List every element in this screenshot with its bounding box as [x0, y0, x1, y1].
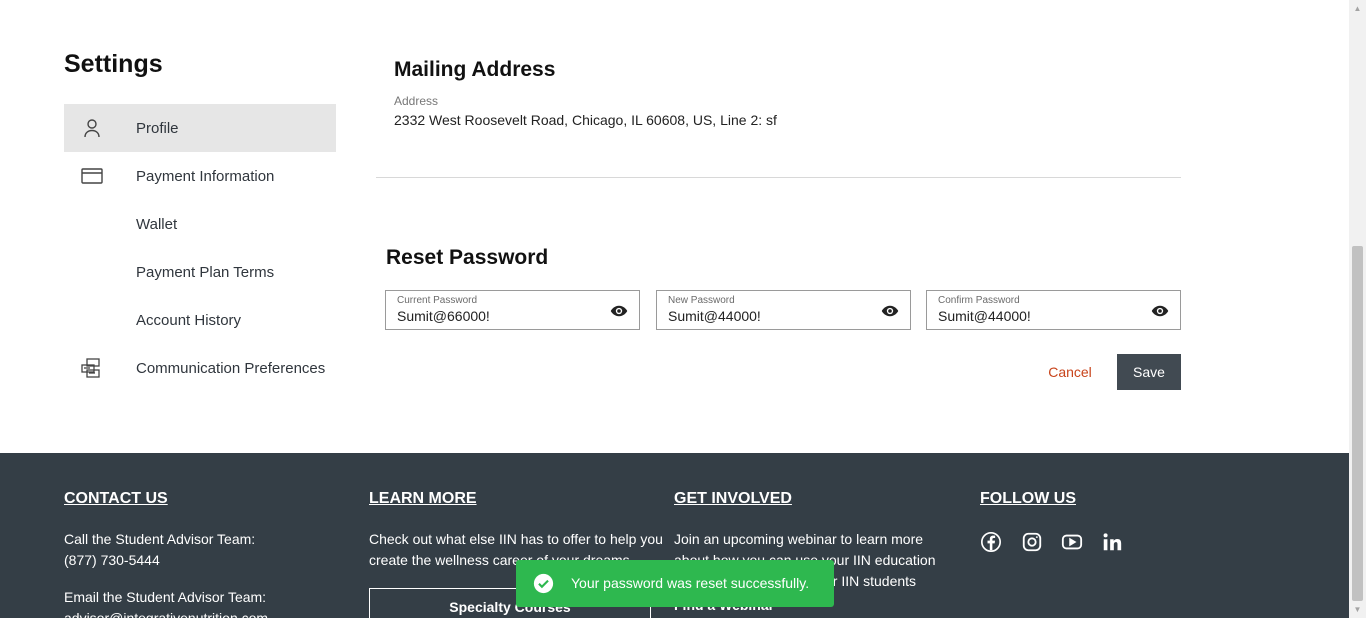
- eye-icon[interactable]: [1151, 302, 1169, 320]
- nav-label-payment-information: Payment Information: [136, 167, 275, 185]
- contact-email-label: Email the Student Advisor Team:: [64, 589, 267, 605]
- nav-label-communication-preferences: Communication Preferences: [136, 359, 326, 377]
- settings-title: Settings: [64, 50, 163, 78]
- nav-label-account-history: Account History: [136, 311, 242, 329]
- get-involved-heading[interactable]: GET INVOLVED: [674, 490, 792, 508]
- new-password-label: New Password: [668, 295, 735, 306]
- reset-password-title: Reset Password: [386, 246, 549, 269]
- confirm-password-label: Confirm Password: [938, 295, 1020, 306]
- current-password-value[interactable]: Sumit@66000!: [397, 308, 490, 324]
- nav-item-payment-information[interactable]: Payment Information: [64, 152, 336, 200]
- mailing-address-title: Mailing Address: [394, 58, 556, 81]
- nav-label-wallet: Wallet: [136, 215, 178, 233]
- current-password-field[interactable]: Current Password Sumit@66000!: [385, 290, 640, 330]
- learn-more-text-1: Check out what else IIN has to offer to …: [369, 531, 663, 547]
- nav-item-wallet[interactable]: Wallet: [64, 200, 336, 248]
- scroll-thumb[interactable]: [1352, 246, 1363, 601]
- save-button[interactable]: Save: [1117, 354, 1181, 390]
- address-label: Address: [394, 94, 439, 108]
- credit-card-icon: [81, 168, 103, 184]
- success-toast: Your password was reset successfully.: [516, 560, 834, 607]
- facebook-icon[interactable]: [980, 531, 1002, 553]
- contact-us-heading[interactable]: CONTACT US: [64, 490, 168, 508]
- cancel-button[interactable]: Cancel: [1036, 354, 1104, 390]
- page-scrollbar[interactable]: ▲ ▼: [1349, 0, 1366, 618]
- confirm-password-field[interactable]: Confirm Password Sumit@44000!: [926, 290, 1181, 330]
- user-icon: [84, 119, 100, 138]
- toast-message: Your password was reset successfully.: [571, 575, 810, 591]
- settings-nav: Profile Payment Information Wallet Payme…: [64, 104, 336, 392]
- learn-more-heading[interactable]: LEARN MORE: [369, 490, 477, 508]
- new-password-field[interactable]: New Password Sumit@44000!: [656, 290, 911, 330]
- youtube-icon[interactable]: [1061, 531, 1083, 553]
- mailboxes-icon: [81, 358, 100, 378]
- address-value: 2332 West Roosevelt Road, Chicago, IL 60…: [394, 112, 777, 128]
- confirm-password-value[interactable]: Sumit@44000!: [938, 308, 1031, 324]
- current-password-label: Current Password: [397, 295, 478, 306]
- linkedin-icon[interactable]: [1101, 531, 1123, 553]
- nav-item-payment-plan-terms[interactable]: Payment Plan Terms: [64, 248, 336, 296]
- nav-item-profile[interactable]: Profile: [64, 104, 336, 152]
- nav-item-communication-preferences[interactable]: Communication Preferences: [64, 344, 336, 392]
- follow-us-heading: FOLLOW US: [980, 490, 1076, 507]
- contact-call-label: Call the Student Advisor Team:: [64, 531, 256, 547]
- nav-item-account-history[interactable]: Account History: [64, 296, 336, 344]
- check-circle-icon: [533, 573, 554, 594]
- section-divider: [376, 177, 1181, 178]
- contact-phone[interactable]: (877) 730-5444: [64, 550, 160, 571]
- eye-icon[interactable]: [610, 302, 628, 320]
- scroll-down-arrow-icon[interactable]: ▼: [1349, 601, 1366, 618]
- get-involved-text-1: Join an upcoming webinar to learn more: [674, 531, 924, 547]
- instagram-icon[interactable]: [1021, 531, 1043, 553]
- eye-icon[interactable]: [881, 302, 899, 320]
- nav-label-profile: Profile: [136, 119, 179, 137]
- new-password-value[interactable]: Sumit@44000!: [668, 308, 761, 324]
- scroll-up-arrow-icon[interactable]: ▲: [1349, 0, 1366, 17]
- nav-label-payment-plan-terms: Payment Plan Terms: [136, 263, 275, 281]
- contact-email[interactable]: advisor@integrativenutrition.com: [64, 608, 268, 618]
